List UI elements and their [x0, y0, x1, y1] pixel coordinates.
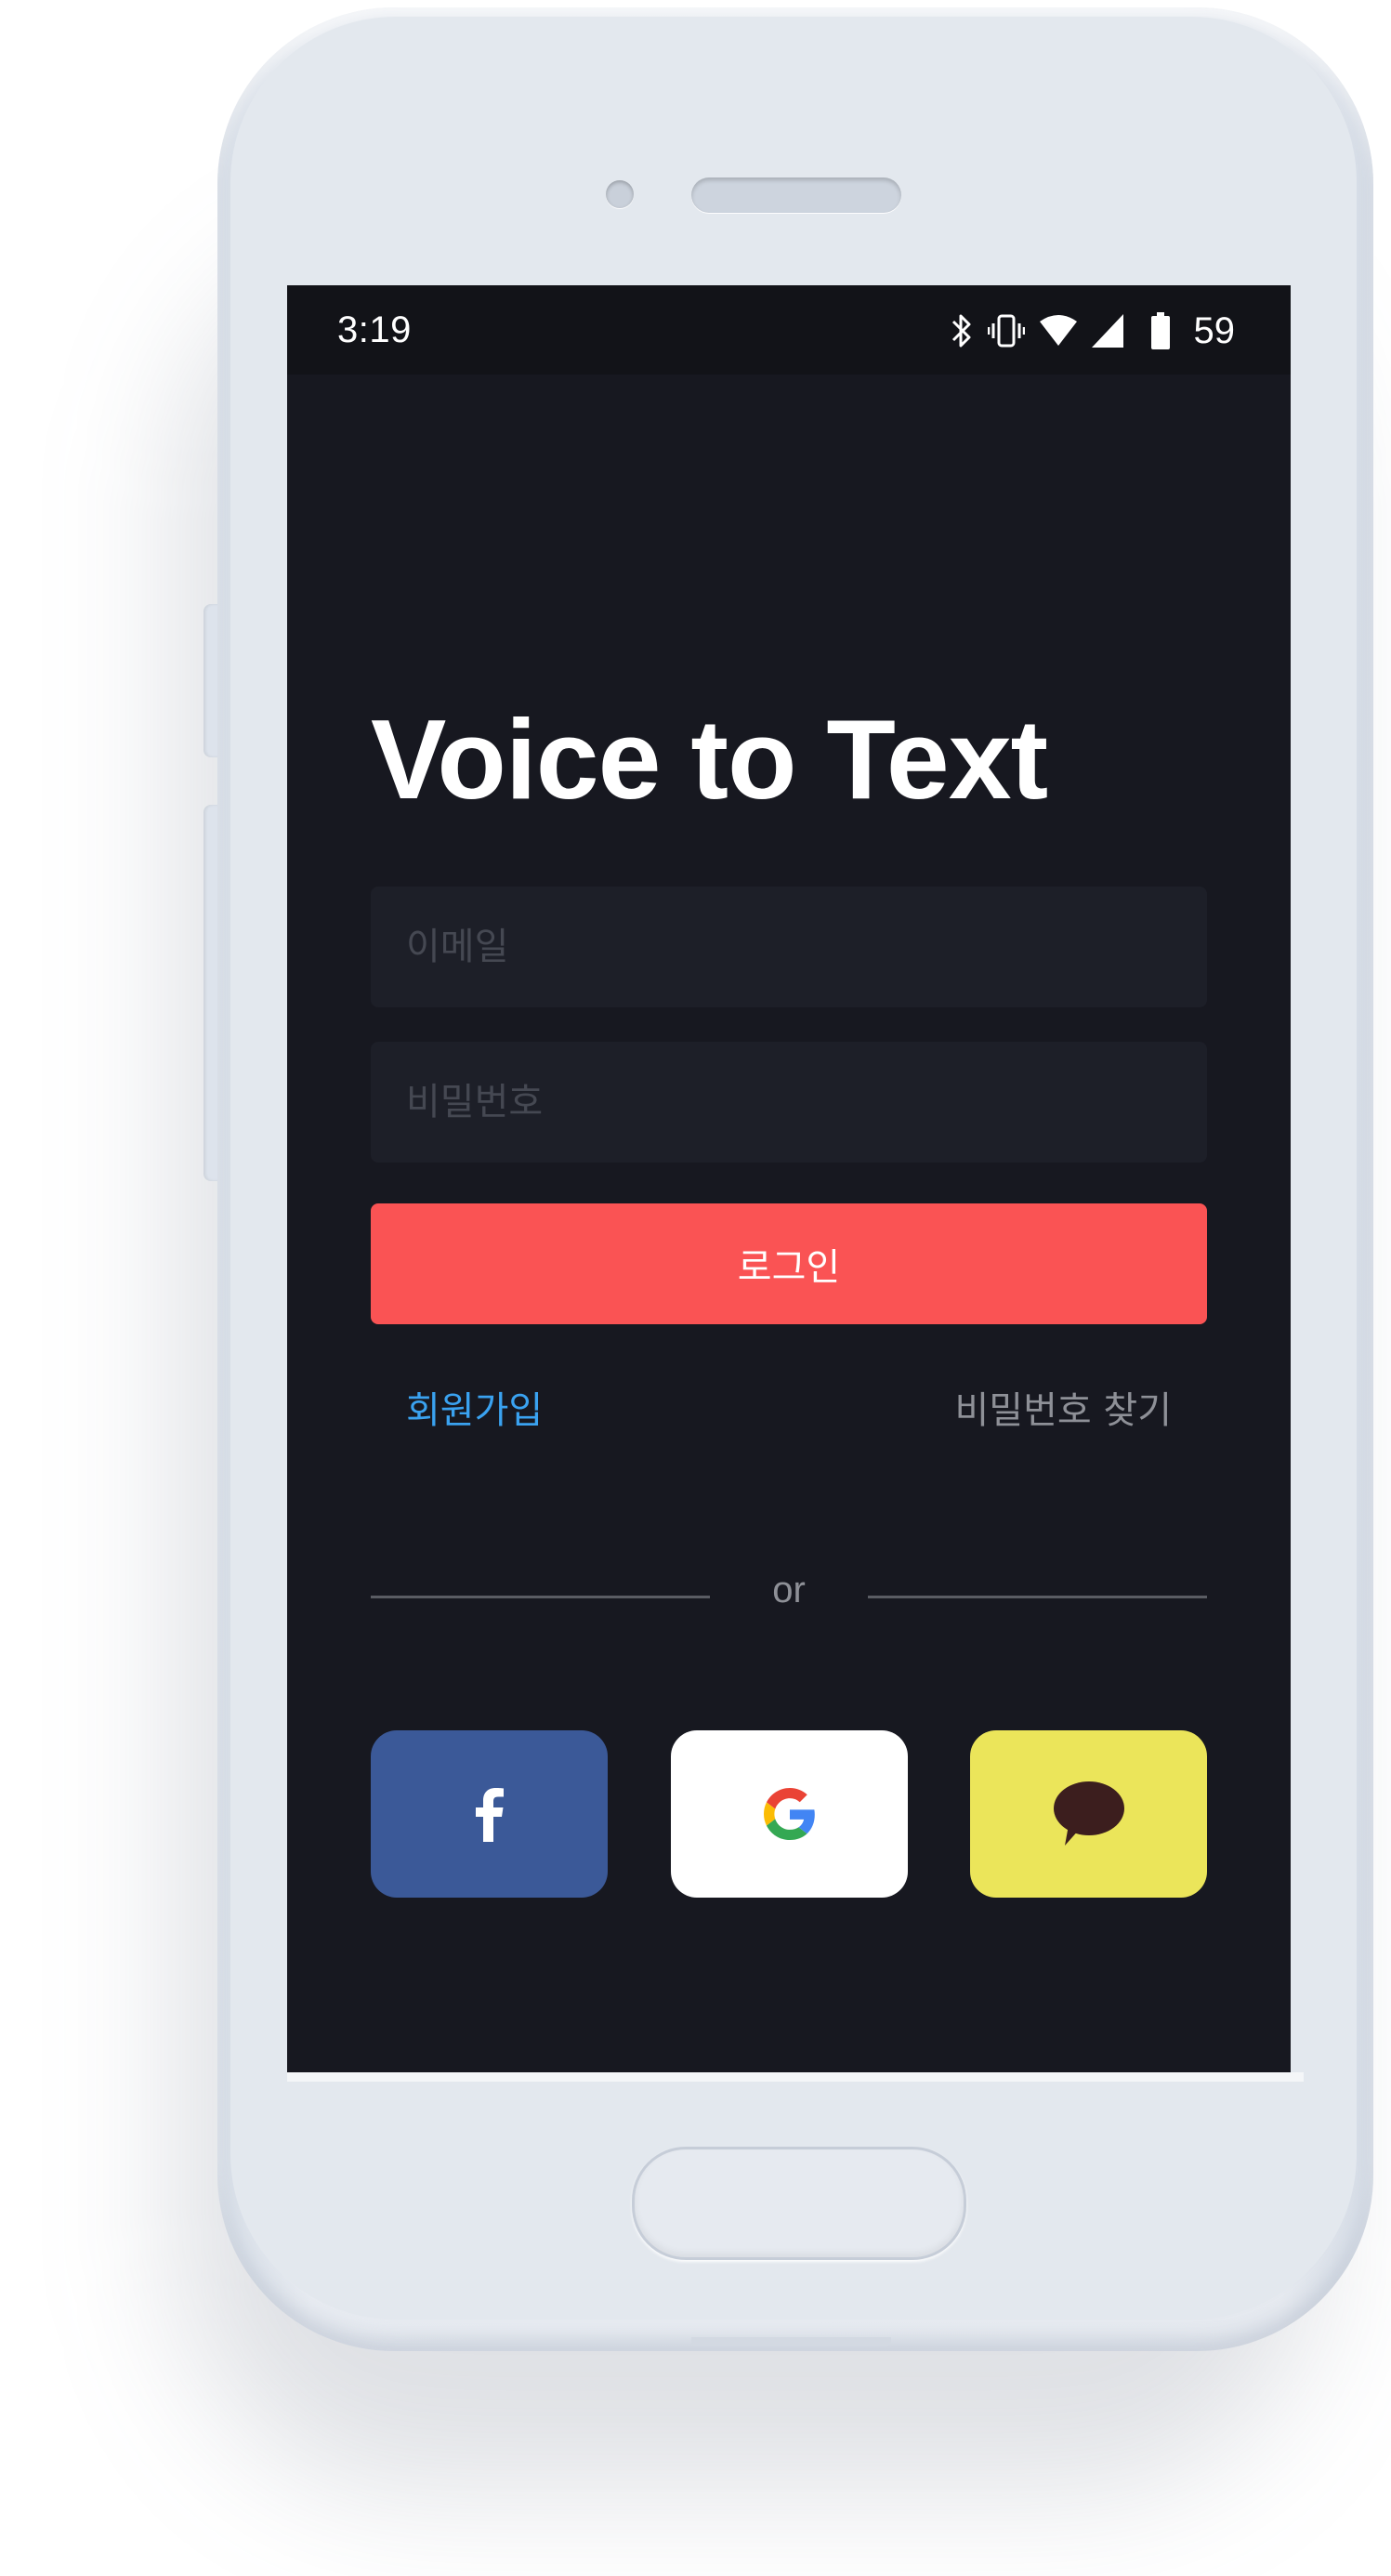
google-icon [763, 1788, 816, 1840]
status-bar: 3:19 59 [287, 285, 1291, 375]
password-field[interactable] [371, 1042, 1207, 1163]
front-camera [606, 180, 634, 208]
status-time: 3:19 [337, 309, 412, 350]
battery-level: 59 [1193, 309, 1236, 351]
cell-signal-icon [1091, 314, 1123, 348]
google-login-button[interactable] [671, 1730, 908, 1898]
earpiece-speaker [691, 177, 901, 213]
signup-link[interactable]: 회원가입 [406, 1380, 543, 1434]
kakao-talk-icon [1052, 1781, 1126, 1847]
divider-label: or [772, 1570, 806, 1610]
mockup-stage: 3:19 59 Voice to Text 이메일 로그인 회원가입 비밀번호 … [0, 0, 1391, 2576]
screen-bottom-edge [287, 2072, 1304, 2082]
home-button [632, 2147, 966, 2260]
phone-bottom-port [691, 2337, 891, 2346]
divider-line-right [868, 1596, 1207, 1598]
facebook-icon [475, 1786, 504, 1842]
divider-line-left [371, 1596, 710, 1598]
app-title: Voice to Text [371, 696, 1048, 822]
find-password-link[interactable]: 비밀번호 찾기 [954, 1380, 1172, 1434]
status-icons: 59 [951, 309, 1236, 352]
wifi-icon [1039, 314, 1077, 348]
email-field[interactable] [371, 887, 1207, 1007]
battery-icon [1150, 312, 1170, 349]
facebook-login-button[interactable] [371, 1730, 608, 1898]
bluetooth-icon [951, 312, 973, 349]
app-screen: 3:19 59 Voice to Text 이메일 로그인 회원가입 비밀번호 … [287, 285, 1291, 2072]
kakao-login-button[interactable] [970, 1730, 1207, 1898]
login-button[interactable]: 로그인 [371, 1203, 1207, 1324]
vibrate-icon [987, 312, 1025, 349]
